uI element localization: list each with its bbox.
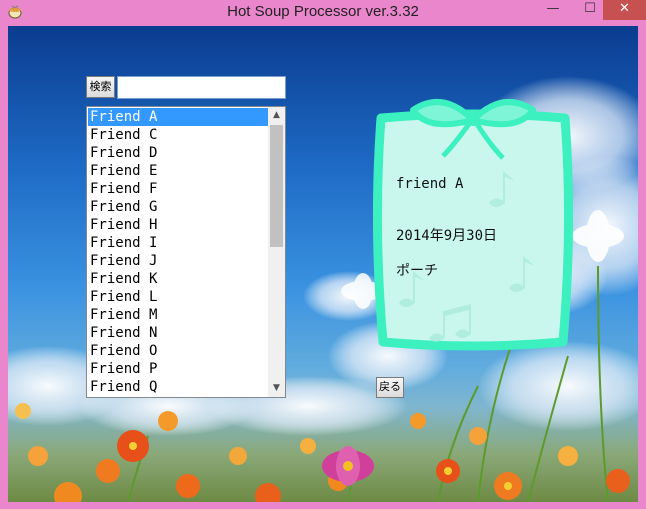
- scroll-up-arrow-icon[interactable]: ▲: [268, 107, 285, 124]
- gift-item-text: ポーチ: [396, 263, 438, 279]
- list-item[interactable]: Friend M: [88, 306, 269, 324]
- list-scrollbar[interactable]: ▲ ▼: [268, 107, 285, 397]
- title-bar[interactable]: Hot Soup Processor ver.3.32 — ☐ ✕: [0, 0, 646, 26]
- friend-list-items: Friend A Friend C Friend D Friend E Friend F…: [88, 108, 269, 396]
- list-item[interactable]: Friend F: [88, 180, 269, 198]
- list-item[interactable]: Friend I: [88, 234, 269, 252]
- close-button[interactable]: ✕: [603, 0, 646, 20]
- minimize-button[interactable]: —: [540, 0, 566, 20]
- client-area: 検索 Friend A Friend C Friend D Friend E Frien…: [8, 26, 638, 502]
- list-item[interactable]: Friend G: [88, 198, 269, 216]
- list-item[interactable]: Friend D: [88, 144, 269, 162]
- list-item[interactable]: Friend H: [88, 216, 269, 234]
- date-text: 2014年9月30日: [396, 228, 498, 244]
- list-item[interactable]: Friend Q: [88, 378, 269, 396]
- search-button[interactable]: 検索: [86, 76, 115, 98]
- list-item[interactable]: Friend N: [88, 324, 269, 342]
- list-item[interactable]: Friend C: [88, 126, 269, 144]
- friend-listbox[interactable]: Friend A Friend C Friend D Friend E Friend F…: [86, 106, 286, 398]
- list-item[interactable]: Friend L: [88, 288, 269, 306]
- app-window: Hot Soup Processor ver.3.32 — ☐ ✕ 検索 Fri…: [0, 0, 646, 509]
- list-item[interactable]: Friend P: [88, 360, 269, 378]
- scroll-down-arrow-icon[interactable]: ▼: [268, 380, 285, 397]
- list-item[interactable]: Friend A: [88, 108, 269, 126]
- maximize-button[interactable]: ☐: [577, 0, 603, 20]
- back-button[interactable]: 戻る: [376, 377, 404, 398]
- scroll-thumb[interactable]: [270, 125, 283, 247]
- list-item[interactable]: Friend O: [88, 342, 269, 360]
- list-item[interactable]: Friend J: [88, 252, 269, 270]
- search-input[interactable]: [117, 76, 286, 99]
- list-item[interactable]: Friend K: [88, 270, 269, 288]
- list-item[interactable]: Friend E: [88, 162, 269, 180]
- friend-name-text: friend A: [396, 176, 464, 192]
